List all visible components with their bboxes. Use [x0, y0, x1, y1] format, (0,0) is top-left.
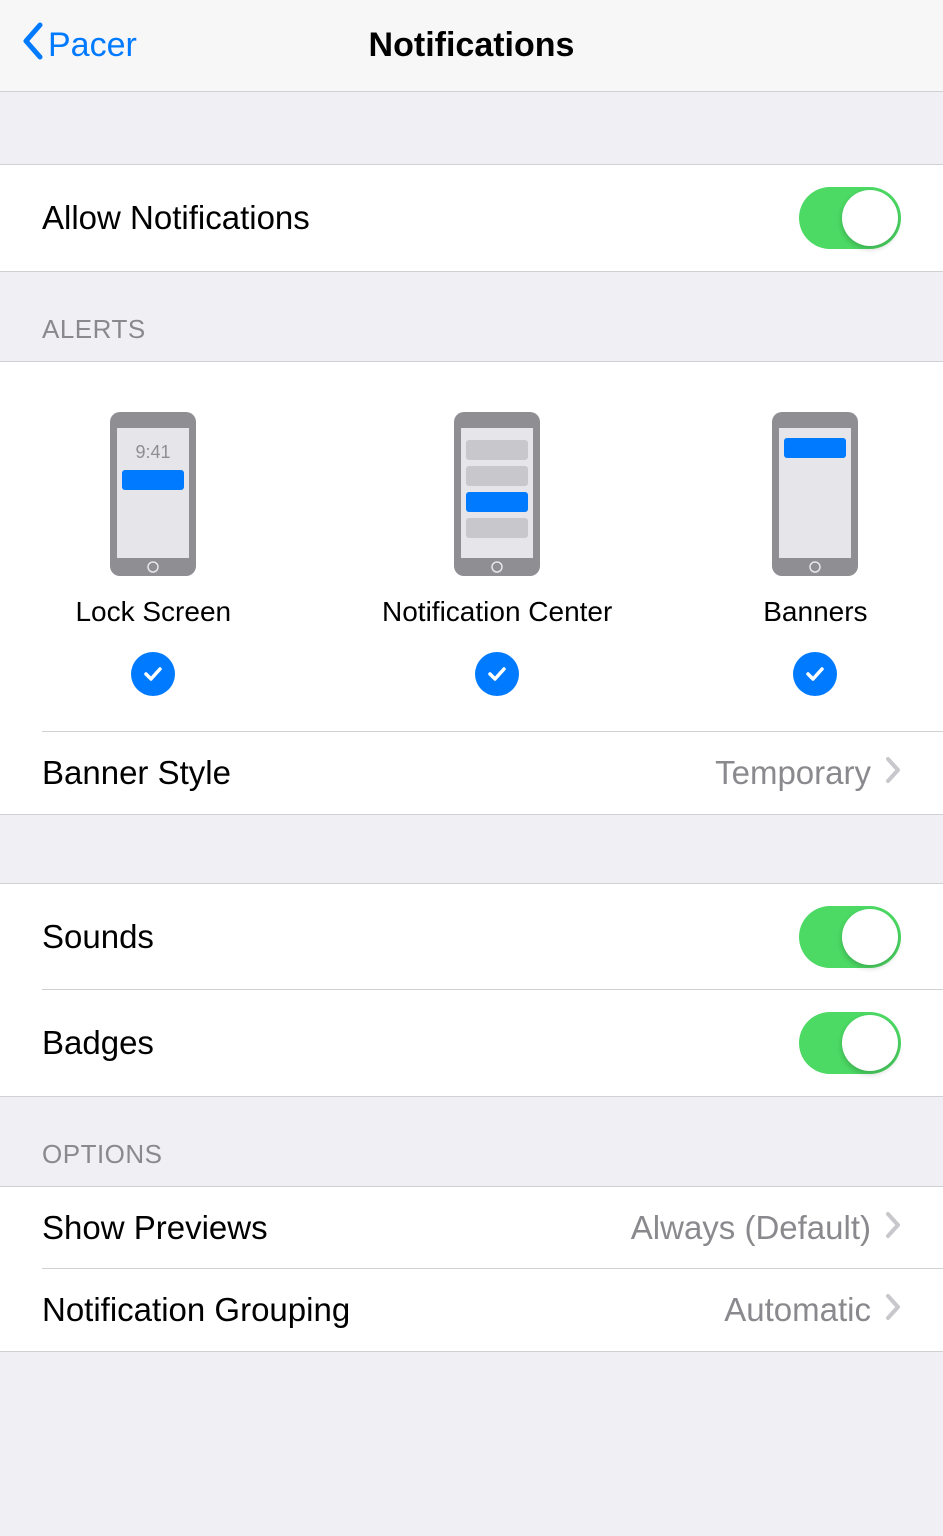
- toggle-knob: [842, 909, 898, 965]
- page-title: Notifications: [369, 26, 575, 65]
- back-label: Pacer: [48, 26, 137, 65]
- lock-screen-phone-icon: 9:41: [110, 412, 196, 576]
- chevron-right-icon: [885, 1291, 901, 1329]
- lock-screen-label: Lock Screen: [75, 596, 231, 628]
- show-previews-label: Show Previews: [42, 1209, 268, 1247]
- check-icon: [485, 662, 509, 686]
- allow-notifications-toggle[interactable]: [799, 187, 901, 249]
- banners-checkmark: [793, 652, 837, 696]
- sounds-row: Sounds: [0, 883, 943, 990]
- toggle-knob: [842, 1015, 898, 1071]
- lock-screen-checkmark: [131, 652, 175, 696]
- banner-style-row[interactable]: Banner Style Temporary: [0, 732, 943, 814]
- badges-label: Badges: [42, 1024, 154, 1062]
- badges-toggle[interactable]: [799, 1012, 901, 1074]
- check-icon: [803, 662, 827, 686]
- toggle-knob: [842, 190, 898, 246]
- chevron-right-icon: [885, 1209, 901, 1247]
- chevron-right-icon: [885, 754, 901, 792]
- lock-screen-option[interactable]: 9:41 Lock Screen: [75, 412, 231, 696]
- notification-center-option[interactable]: Notification Center: [382, 412, 612, 696]
- badges-row: Badges: [0, 990, 943, 1097]
- allow-notifications-row: Allow Notifications: [0, 164, 943, 272]
- notification-center-phone-icon: [454, 412, 540, 576]
- svg-text:9:41: 9:41: [136, 442, 171, 462]
- check-icon: [141, 662, 165, 686]
- allow-notifications-label: Allow Notifications: [42, 199, 310, 237]
- show-previews-row[interactable]: Show Previews Always (Default): [0, 1186, 943, 1269]
- notification-grouping-value: Automatic: [724, 1291, 901, 1329]
- spacer: [0, 92, 943, 164]
- back-button[interactable]: Pacer: [20, 21, 137, 70]
- banners-label: Banners: [763, 596, 867, 628]
- chevron-left-icon: [20, 21, 44, 70]
- alerts-section-header: ALERTS: [0, 272, 943, 361]
- notification-grouping-row[interactable]: Notification Grouping Automatic: [0, 1269, 943, 1352]
- sounds-toggle[interactable]: [799, 906, 901, 968]
- banner-style-label: Banner Style: [42, 754, 231, 792]
- notification-center-label: Notification Center: [382, 596, 612, 628]
- notification-center-checkmark: [475, 652, 519, 696]
- options-section-header: OPTIONS: [0, 1097, 943, 1186]
- sounds-label: Sounds: [42, 918, 154, 956]
- show-previews-value: Always (Default): [631, 1209, 901, 1247]
- banners-phone-icon: [772, 412, 858, 576]
- banner-style-value: Temporary: [715, 754, 901, 792]
- banners-option[interactable]: Banners: [763, 412, 867, 696]
- spacer: [0, 815, 943, 883]
- alert-styles-row: 9:41 Lock Screen Notification Center: [0, 362, 943, 732]
- alerts-section: 9:41 Lock Screen Notification Center: [0, 361, 943, 815]
- navigation-bar: Pacer Notifications: [0, 0, 943, 92]
- notification-grouping-label: Notification Grouping: [42, 1291, 350, 1329]
